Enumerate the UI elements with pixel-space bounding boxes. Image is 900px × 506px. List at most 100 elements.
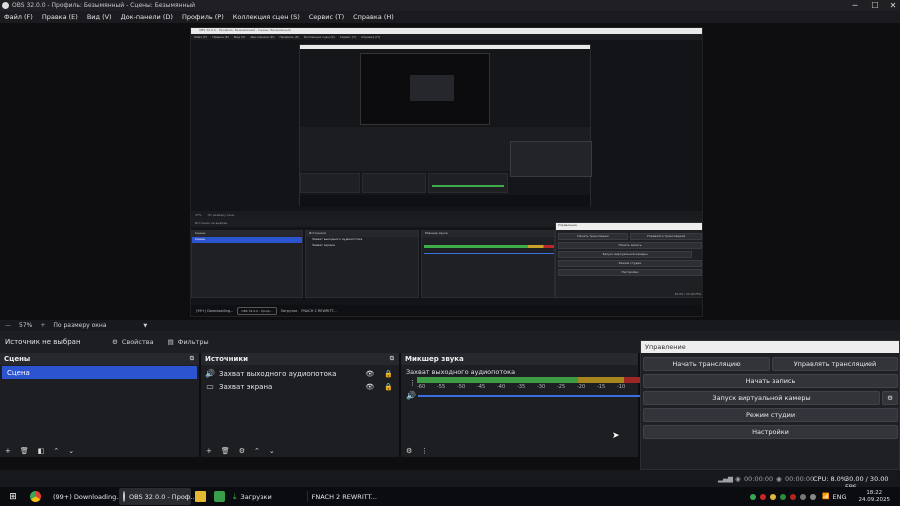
taskbar-app-opera[interactable]: (99+) Downloading... <box>45 488 122 505</box>
taskbar-editor[interactable] <box>210 488 229 505</box>
move-up-icon[interactable]: ⌃ <box>254 447 260 455</box>
nested-fit: По размеру окна <box>207 212 235 217</box>
eye-icon[interactable]: 👁 <box>365 383 374 391</box>
menu-file[interactable]: Файл (F) <box>4 13 33 21</box>
download-icon: ⤓ <box>233 491 237 501</box>
taskbar-app-game[interactable]: FNACH 2 REWRITT... <box>303 488 381 505</box>
dock-float-icon[interactable]: ⧉ <box>190 355 194 363</box>
virtual-camera-settings-button[interactable]: ⚙ <box>882 391 898 405</box>
virtual-camera-button[interactable]: Запуск виртуальной камеры <box>643 391 880 405</box>
controls-title: Управление <box>641 341 899 353</box>
filters-label: Фильтры <box>177 338 209 346</box>
taskbar-chrome[interactable] <box>26 488 45 505</box>
sources-title: Источники <box>205 355 249 363</box>
menu-scene-collection[interactable]: Коллекция сцен (S) <box>233 13 300 21</box>
nested-menu-view: Вид (V) <box>233 35 246 39</box>
mixer-dock-header: Микшер звука <box>401 353 638 365</box>
filter-scene-button[interactable]: ◧ <box>38 447 45 455</box>
tray-green-icon <box>750 493 756 500</box>
keyboard-lang[interactable]: ENG <box>832 493 846 501</box>
network-icon[interactable]: 📶 <box>822 493 829 500</box>
manage-stream-button[interactable]: Управлять трансляцией <box>772 357 898 371</box>
zoom-in-button[interactable]: + <box>40 322 45 329</box>
start-record-button[interactable]: Начать запись <box>643 374 898 388</box>
meter-scale-label: -10 <box>617 384 626 390</box>
nested-deep-inner-2 <box>410 75 454 101</box>
windows-start-icon[interactable]: ⊞ <box>0 492 26 502</box>
nested-menu-docks: Док-панели (D) <box>250 35 275 39</box>
taskbar-app-obs[interactable]: OBS 32.0.0 - Проф... <box>119 488 197 505</box>
tray-green2-icon <box>780 493 786 500</box>
windows-taskbar: ⊞ (99+) Downloading... OBS 32.0.0 - Проф… <box>0 487 900 506</box>
mixer-settings-icon[interactable]: ⚙ <box>406 447 412 455</box>
taskbar-app-downloads[interactable]: ⤓ Загрузки <box>229 488 303 505</box>
nested-menu-collection: Коллекция сцен (S) <box>303 35 335 39</box>
start-stream-button[interactable]: Начать трансляцию <box>643 357 770 371</box>
kebab-menu-icon[interactable]: ⋮ <box>409 379 416 387</box>
nested-start-stream: Начать трансляцию <box>558 233 628 240</box>
settings-button[interactable]: Настройки <box>643 425 898 439</box>
stream-status-icon: ◉ <box>735 475 741 483</box>
gear-icon[interactable]: ⚙ <box>239 447 245 455</box>
menu-tools[interactable]: Сервис (T) <box>309 13 344 21</box>
menu-bar: Файл (F) Правка (E) Вид (V) Док-панели (… <box>0 11 900 23</box>
speaker-icon[interactable]: 🔊 <box>406 391 416 400</box>
taskbar-folder[interactable] <box>191 488 210 505</box>
clock-time: 18:22 <box>866 489 883 496</box>
nested-mixer-title: Микшер звука <box>422 231 554 237</box>
menu-view[interactable]: Вид (V) <box>87 13 112 21</box>
scene-item-label: Сцена <box>7 368 30 377</box>
volume-slider[interactable] <box>418 395 640 397</box>
filters-button[interactable]: ▤ Фильтры <box>161 335 216 349</box>
obs-icon <box>123 491 125 502</box>
menu-docks[interactable]: Док-панели (D) <box>121 13 173 21</box>
nested-deep-controls <box>510 141 592 177</box>
nested-menu-help: Справка (H) <box>361 35 380 39</box>
properties-button[interactable]: ⚙ Свойства <box>105 335 161 349</box>
menu-help[interactable]: Справка (H) <box>353 13 394 21</box>
clock[interactable]: 18:22 24.09.2025 <box>859 490 891 504</box>
kebab-menu-icon[interactable]: ⋮ <box>421 447 428 455</box>
nested-deep-scenes <box>300 173 360 193</box>
nested-control-title: Управление <box>556 223 702 230</box>
meter-scale-label: -30 <box>537 384 546 390</box>
move-up-icon[interactable]: ⌃ <box>53 447 59 455</box>
meter-scale-label: -20 <box>577 384 586 390</box>
menu-profile[interactable]: Профиль (P) <box>182 13 224 21</box>
eye-icon[interactable]: 👁 <box>365 370 374 378</box>
trash-icon[interactable]: 🗑 <box>221 447 230 455</box>
nested-manage-stream: Управлять трансляцией <box>630 233 702 240</box>
add-source-button[interactable]: + <box>206 447 212 455</box>
zoom-out-button[interactable]: — <box>5 322 11 329</box>
scene-item[interactable]: Сцена <box>2 366 197 379</box>
mixer-title: Микшер звука <box>405 355 464 363</box>
monitor-icon: ▭ <box>206 382 214 391</box>
close-button[interactable]: ✕ <box>878 0 900 11</box>
studio-mode-button[interactable]: Режим студии <box>643 408 898 422</box>
move-down-icon[interactable]: ⌄ <box>269 447 275 455</box>
dock-float-icon[interactable]: ⧉ <box>390 355 394 363</box>
audio-mixer-dock: Микшер звука Захват выходного аудиопоток… <box>401 353 640 457</box>
nested-mixer: Микшер звука <box>421 230 555 298</box>
lock-icon[interactable]: 🔒 <box>384 370 393 378</box>
meter-scale-label: -15 <box>597 384 606 390</box>
mouse-cursor-icon: ➤ <box>612 431 620 441</box>
source-item[interactable]: 🔊 Захват выходного аудиопотока 👁 🔒 <box>201 367 399 380</box>
nested-menu-file: Файл (F) <box>194 35 208 39</box>
meter-scale-label: -60 <box>417 384 426 390</box>
sources-dock: Источники ⧉ 🔊 Захват выходного аудиопоток… <box>201 353 401 457</box>
chevron-down-icon[interactable]: ▼ <box>143 323 147 329</box>
move-down-icon[interactable]: ⌄ <box>68 447 74 455</box>
menu-edit[interactable]: Правка (E) <box>42 13 78 21</box>
tray-icons[interactable] <box>750 493 816 500</box>
lock-icon[interactable]: 🔒 <box>384 383 393 391</box>
volume-meter-yellow <box>578 377 624 383</box>
clock-date: 24.09.2025 <box>858 496 891 503</box>
speaker-icon: 🔊 <box>205 369 215 378</box>
zoom-mode-select[interactable]: По размеру окна <box>53 322 135 329</box>
source-item[interactable]: ▭ Захват экрана 👁 🔒 <box>201 380 399 393</box>
add-scene-button[interactable]: + <box>5 447 11 455</box>
taskbar-app-downloads-label: Загрузки <box>240 492 272 501</box>
trash-icon[interactable]: 🗑 <box>20 447 29 455</box>
nested-studio-mode: Режим студии <box>558 260 702 267</box>
